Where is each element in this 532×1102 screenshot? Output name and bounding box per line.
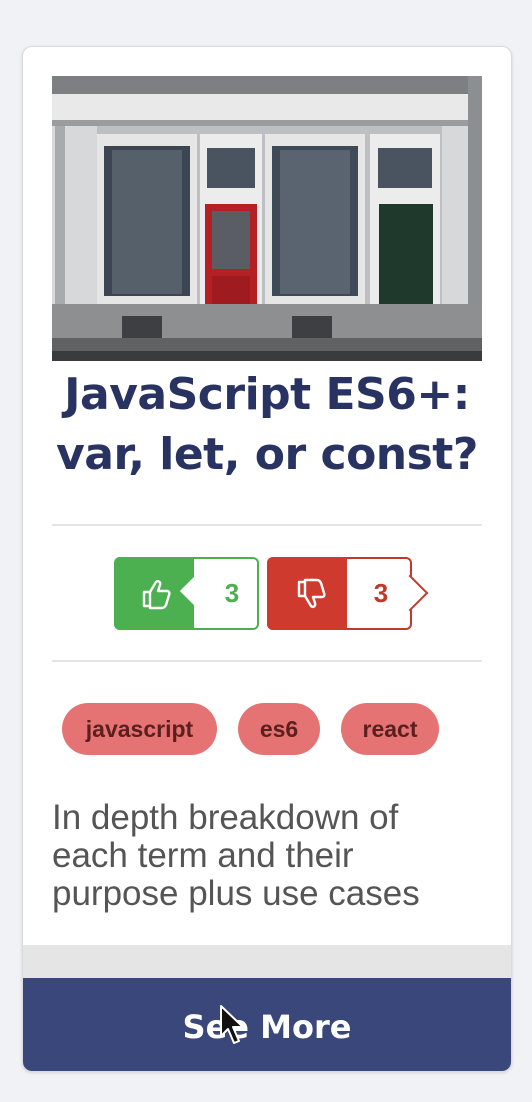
post-image — [52, 76, 482, 361]
post-title: JavaScript ES6+: var, let, or const? — [56, 369, 478, 480]
post-card: JavaScript ES6+: var, let, or const? 3 3… — [22, 46, 512, 1072]
tag-es6[interactable]: es6 — [238, 703, 320, 755]
tag-javascript[interactable]: javascript — [62, 703, 217, 755]
mouse-cursor-icon — [220, 1005, 244, 1044]
tag-react[interactable]: react — [341, 703, 439, 755]
see-more-button[interactable]: See More — [23, 978, 511, 1071]
tag-list: javascript es6 react — [23, 703, 511, 757]
card-footer-spacer — [23, 945, 511, 978]
thumbs-up-icon — [142, 580, 171, 610]
thumbs-down-icon — [297, 578, 326, 608]
divider — [52, 660, 482, 662]
divider — [52, 524, 482, 526]
like-count: 3 — [224, 578, 240, 608]
dislike-button[interactable]: 3 — [267, 557, 429, 630]
post-description: In depth breakdown of each term and thei… — [52, 798, 420, 913]
like-button[interactable]: 3 — [114, 557, 259, 630]
